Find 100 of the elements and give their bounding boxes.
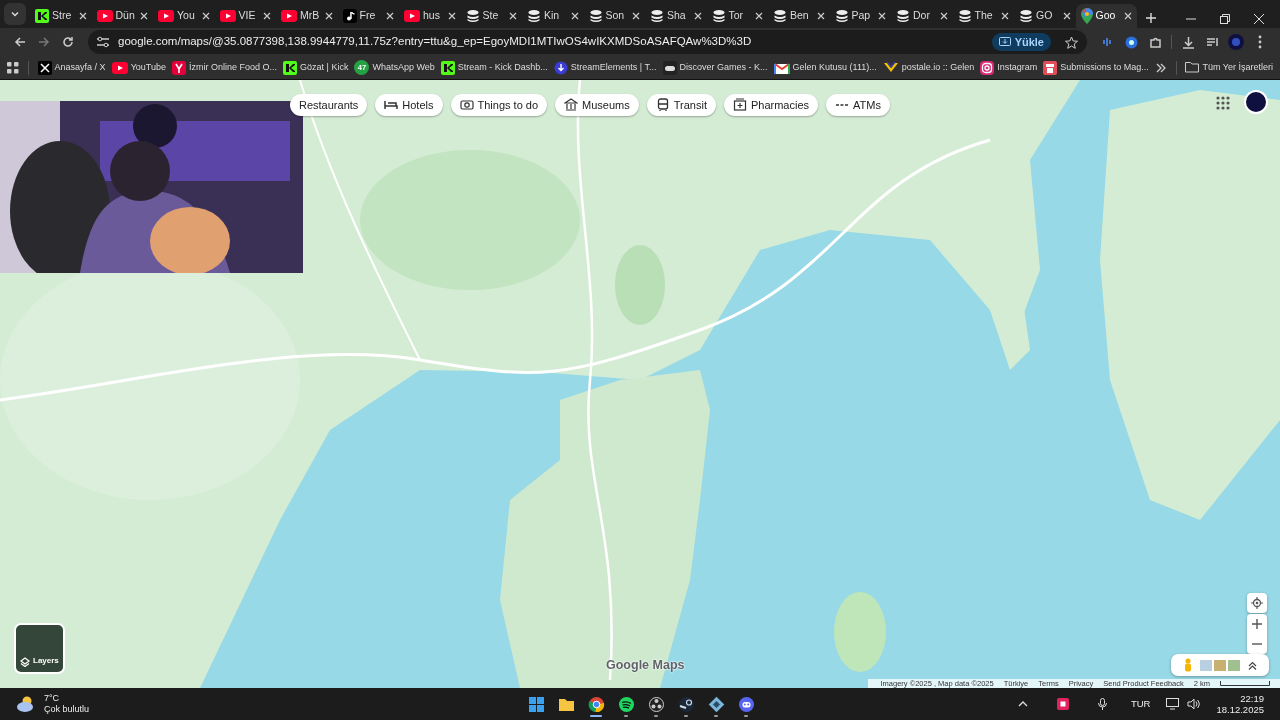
kick-icon: [35, 9, 49, 23]
weather-text: Çok bulutlu: [44, 704, 90, 715]
browser-tab[interactable]: Tor: [706, 4, 768, 28]
clock-time[interactable]: 22:19: [1240, 693, 1264, 704]
tab-close-button[interactable]: [508, 11, 518, 21]
browser-tab[interactable]: Fre: [337, 4, 399, 28]
database-icon: [1019, 9, 1033, 23]
tab-title: Pap: [851, 8, 871, 24]
tab-close-button[interactable]: [385, 11, 395, 21]
youtube-icon: [111, 61, 128, 74]
database-icon: [773, 9, 787, 23]
tab-close-button[interactable]: [446, 11, 457, 21]
x-logo-icon: [37, 60, 52, 75]
browser-tab[interactable]: You: [153, 4, 215, 28]
close-icon: [1123, 11, 1133, 21]
browser-tab[interactable]: Dün: [91, 4, 153, 28]
install-button[interactable]: Yükle: [991, 33, 1051, 51]
browser-tab[interactable]: Sha: [645, 4, 707, 28]
browser-tab[interactable]: Pap: [829, 4, 891, 28]
address-bar[interactable]: google.com/maps/@35.0877398,138.9944779,11.75z?entry=ttu&g_ep=EgoyMDI1MTIwOS4wIKXMDSoASAFQAw%3D%3D Yükle: [88, 30, 1087, 54]
tab-close-button[interactable]: [1061, 11, 1072, 21]
windows-icon: [527, 695, 545, 713]
bookmark-link[interactable]: postale.io :: Gelen: [879, 57, 978, 78]
browser-tab[interactable]: Dor: [891, 4, 953, 28]
browser-tab[interactable]: VIE: [214, 4, 276, 28]
youtube-icon: [219, 10, 236, 22]
tab-close-button[interactable]: [1000, 11, 1010, 21]
spotify-icon: [617, 695, 635, 713]
tab-close-button[interactable]: [139, 11, 149, 21]
database-icon: [588, 9, 603, 23]
steam-icon: [677, 695, 695, 713]
browser-tab[interactable]: MrB: [276, 4, 338, 28]
tab-close-button[interactable]: [815, 11, 826, 21]
bookmark-link[interactable]: Discover Games - K...: [659, 57, 771, 78]
tab-close-button[interactable]: [877, 11, 887, 21]
tab-search-button[interactable]: [4, 3, 26, 25]
browser-tab[interactable]: hus: [399, 4, 461, 28]
browser-tab[interactable]: Goo: [1075, 4, 1137, 28]
tab-close-button[interactable]: [262, 11, 272, 21]
restore-button[interactable]: [1220, 14, 1230, 24]
tab-close-button[interactable]: [754, 11, 764, 21]
tab-title: hus: [423, 8, 440, 24]
tab-title: VIE: [238, 8, 256, 24]
sound-wave-icon: [1101, 36, 1113, 48]
install-icon: [998, 36, 1011, 48]
download-circle-icon: [553, 60, 568, 75]
new-tab-button[interactable]: [1145, 12, 1157, 24]
browser-tab[interactable]: Son: [583, 4, 645, 28]
close-icon: [692, 11, 703, 21]
url-text: google.com/maps/@35.0877398,138.9944779,11.75z?entry=ttu&g_ep=EgoyMDI1MTIwOS4wIKXMDSoASAFQAw%3D%3D: [118, 34, 753, 50]
monitor-icon: [1166, 698, 1180, 710]
network-status-button[interactable]: [1166, 698, 1201, 710]
bookmark-link[interactable]: Submissions to Mag...: [1040, 57, 1152, 78]
browser-tab[interactable]: The: [952, 4, 1014, 28]
tab-title: Tor: [728, 8, 744, 24]
bookmark-link[interactable]: StreamElements | T...: [550, 57, 660, 78]
back-arrow-icon: [14, 36, 26, 48]
all-bookmarks-button[interactable]: Tüm Yer İşaretleri: [1182, 57, 1276, 78]
music-note-icon: [342, 9, 357, 23]
mail-icon: [773, 61, 790, 74]
tab-title: Stre: [52, 8, 72, 24]
browser-tab[interactable]: GO: [1014, 4, 1076, 28]
bookmark-link[interactable]: Gözat | Kick: [280, 57, 352, 78]
circle-extension-icon: [1124, 35, 1138, 49]
tab-title: GO: [1036, 8, 1053, 24]
bookmark-link[interactable]: İzmir Online Food O...: [169, 57, 281, 78]
browser-tab[interactable]: Kin: [522, 4, 584, 28]
camera-icon: [980, 60, 995, 75]
browser-tab[interactable]: Stre: [30, 4, 92, 28]
kick-icon: [283, 60, 298, 75]
bookmark-link[interactable]: Stream - Kick Dashb...: [437, 57, 551, 78]
bookmark-link[interactable]: Anasayfa / X: [34, 57, 109, 78]
clock-date[interactable]: 18.12.2025: [1216, 704, 1264, 715]
tab-close-button[interactable]: [323, 11, 334, 21]
tab-close-button[interactable]: [77, 11, 88, 21]
tune-icon: [96, 36, 110, 48]
bookmark-link[interactable]: Gelen Kutusu (111)...: [770, 57, 880, 78]
youtube-icon: [158, 10, 174, 22]
database-icon: [711, 9, 726, 23]
tab-title: MrB: [300, 8, 320, 24]
close-icon: [754, 11, 764, 21]
close-icon: [139, 11, 149, 21]
close-icon: [200, 11, 211, 21]
close-icon: [323, 11, 334, 21]
tab-close-button[interactable]: [569, 11, 580, 21]
close-window-button[interactable]: [1254, 14, 1264, 24]
browser-tab[interactable]: Ste: [460, 4, 522, 28]
bookmark-link[interactable]: Instagram: [977, 57, 1041, 78]
tab-close-button[interactable]: [1123, 11, 1133, 21]
chrome-icon: [587, 695, 605, 713]
folder-icon: [1185, 62, 1200, 73]
language-indicator[interactable]: TUR: [1130, 696, 1151, 712]
tab-close-button[interactable]: [631, 11, 641, 21]
close-icon: [1061, 11, 1072, 21]
close-icon: [1254, 14, 1264, 24]
tab-close-button[interactable]: [692, 11, 703, 21]
tab-close-button[interactable]: [938, 11, 949, 21]
browser-tab[interactable]: Ben: [768, 4, 830, 28]
tab-close-button[interactable]: [200, 11, 211, 21]
bookmark-link[interactable]: YouTube: [108, 57, 169, 78]
